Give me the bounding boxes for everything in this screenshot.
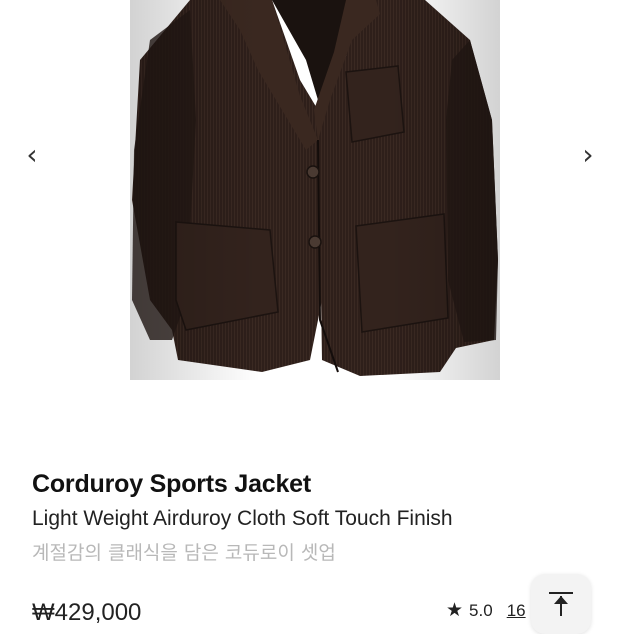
product-info: Corduroy Sports Jacket Light Weight Aird… [32, 466, 592, 568]
jacket-product-image [130, 0, 500, 380]
product-image-carousel[interactable]: ‹ › [0, 0, 620, 440]
product-korean-description: 계절감의 클래식을 담은 코듀로이 셋업 [32, 542, 336, 564]
star-icon: ★ [446, 599, 464, 621]
product-title: Corduroy Sports Jacket [32, 470, 312, 498]
chevron-left-icon[interactable]: ‹ [18, 138, 46, 172]
rating-value: 5.0 [469, 601, 493, 620]
product-subtitle: Light Weight Airduroy Cloth Soft Touch F… [32, 507, 453, 530]
scroll-to-top-button[interactable] [531, 574, 591, 634]
product-price: ₩429,000 [32, 599, 142, 626]
product-rating: ★ 5.0 16 [446, 598, 526, 623]
chevron-right-icon[interactable]: › [574, 138, 602, 172]
review-count-link[interactable]: 16 [507, 601, 526, 620]
